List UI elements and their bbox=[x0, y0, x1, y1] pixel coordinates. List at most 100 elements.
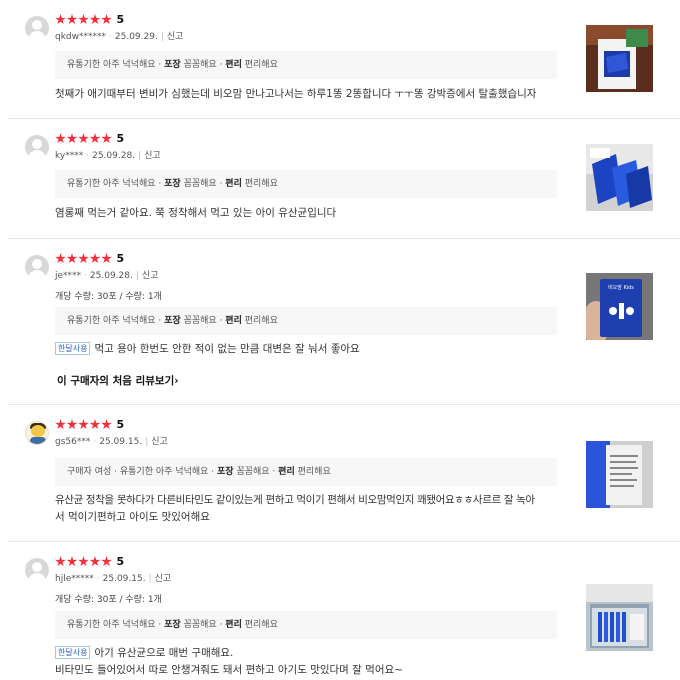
reviewer-id: ky**** bbox=[55, 151, 84, 161]
review-photo-thumbnail[interactable] bbox=[586, 584, 653, 651]
chevron-right-icon: › bbox=[174, 375, 179, 387]
attr-value: 편리해요 bbox=[244, 316, 278, 326]
attr-value: 편리해요 bbox=[244, 179, 278, 189]
review-attributes: 유통기한 아주 넉넉해요 · 포장 꼼꼼해요 · 편리 편리해요 bbox=[55, 51, 557, 79]
review-attributes: 유통기한 아주 넉넉해요 · 포장 꼼꼼해요 · 편리 편리해요 bbox=[55, 611, 557, 639]
review-text-line: 서 먹이기편하고 아이도 맛있어해요 bbox=[55, 511, 210, 523]
star-icon bbox=[55, 14, 66, 25]
reviewer-id: je**** bbox=[55, 271, 82, 281]
star-icon bbox=[89, 253, 101, 264]
attr-name: 편리 bbox=[225, 179, 242, 189]
review-meta: qkdw****** · 25.09.29. | 신고 bbox=[55, 32, 184, 42]
review-text-line: 유산균 정착을 못하다가 다른비타민도 같이있는게 편하고 먹이기 편해서 비오… bbox=[55, 494, 535, 506]
attr-value: 꼼꼼해요 bbox=[183, 620, 217, 630]
review-text: 유산균 정착을 못하다가 다른비타민도 같이있는게 편하고 먹이기 편해서 비오… bbox=[55, 492, 555, 526]
star-icon bbox=[101, 253, 112, 264]
review-photo-thumbnail[interactable] bbox=[586, 144, 653, 211]
review-item: 5 gs56*** · 25.09.15. | 신고 구매자 여성 · 유통기한 아주 … bbox=[8, 405, 680, 542]
star-icon bbox=[89, 133, 101, 144]
star-icon bbox=[101, 556, 112, 567]
star-rating: 5 bbox=[55, 252, 124, 265]
attr-value: 꼼꼼해요 bbox=[183, 179, 217, 189]
report-link[interactable]: 신고 bbox=[167, 32, 184, 42]
star-icon bbox=[55, 133, 66, 144]
reviewer-id: hjle***** bbox=[55, 574, 94, 584]
report-link[interactable]: 신고 bbox=[144, 151, 161, 161]
attr-value: 아주 넉넉해요 bbox=[103, 316, 156, 326]
review-photo-thumbnail[interactable] bbox=[586, 441, 653, 508]
star-icon bbox=[55, 253, 66, 264]
report-link[interactable]: 신고 bbox=[151, 437, 168, 447]
star-icon bbox=[66, 253, 78, 264]
star-icon bbox=[66, 556, 78, 567]
star-icon bbox=[66, 133, 78, 144]
star-icon bbox=[78, 253, 89, 264]
attr-value: 꼼꼼해요 bbox=[183, 316, 217, 326]
review-date: 25.09.28. bbox=[89, 271, 133, 281]
star-icon bbox=[89, 419, 101, 430]
purchase-option: 개당 수량: 30포 / 수량: 1개 bbox=[55, 292, 162, 302]
attr-name: 유통기한 bbox=[67, 620, 101, 630]
attr-value: 편리해요 bbox=[244, 60, 278, 70]
review-attributes: 구매자 여성 · 유통기한 아주 넉넉해요 · 포장 꼼꼼해요 · 편리 편리해… bbox=[55, 458, 557, 486]
review-meta: hjle***** · 25.09.15. | 신고 bbox=[55, 574, 172, 584]
review-date: 25.09.15. bbox=[102, 574, 146, 584]
star-icon bbox=[55, 419, 66, 430]
attr-name: 편리 bbox=[225, 316, 242, 326]
report-link[interactable]: 신고 bbox=[142, 271, 159, 281]
review-text-line: 첫째가 애기때부터 변비가 심했는데 비오맘 만나고나서는 하루1똥 2똥합니다… bbox=[55, 88, 537, 100]
attr-name: 유통기한 bbox=[67, 179, 101, 189]
review-text: 한달사용 아기 유산균으로 매번 구매해요. 비타민도 들어있어서 따로 안챙겨줘도… bbox=[55, 645, 555, 679]
attr-name: 편리 bbox=[225, 620, 242, 630]
star-rating: 5 bbox=[55, 13, 124, 26]
star-icon bbox=[101, 133, 112, 144]
avatar-default-icon bbox=[25, 16, 49, 40]
attr-name: 편리 bbox=[278, 467, 295, 477]
report-link[interactable]: 신고 bbox=[155, 574, 172, 584]
review-item: 5 qkdw****** · 25.09.29. | 신고 유통기한 아주 넉넉해요 ·… bbox=[8, 0, 680, 119]
rating-score: 5 bbox=[116, 555, 125, 568]
star-icon bbox=[55, 556, 66, 567]
review-meta: ky**** · 25.09.28. | 신고 bbox=[55, 151, 161, 161]
attr-value: 꼼꼼해요 bbox=[236, 467, 270, 477]
star-icon bbox=[78, 14, 89, 25]
attr-name: 편리 bbox=[225, 60, 242, 70]
attr-value: 아주 넉넉해요 bbox=[155, 467, 209, 477]
review-photo-thumbnail[interactable] bbox=[586, 25, 653, 92]
attr-name: 구매자 bbox=[67, 467, 92, 477]
star-icon bbox=[78, 556, 89, 567]
attr-value: 아주 넉넉해요 bbox=[103, 179, 156, 189]
attr-value: 아주 넉넉해요 bbox=[103, 620, 156, 630]
attr-value: 여성 bbox=[94, 467, 112, 477]
review-photo-thumbnail[interactable]: 비오맘 Kids bbox=[586, 273, 653, 340]
review-text: 염롱째 먹는거 같아요. 쭉 정착해서 먹고 있는 아이 유산균입니다 bbox=[55, 205, 555, 222]
review-item: 5 je**** · 25.09.28. | 신고 개당 수량: 30포 / 수량: 1… bbox=[8, 239, 680, 405]
star-rating: 5 bbox=[55, 132, 124, 145]
purchase-option: 개당 수량: 30포 / 수량: 1개 bbox=[55, 595, 162, 605]
review-text-line: 아기 유산균으로 매번 구매해요. bbox=[94, 647, 234, 659]
star-icon bbox=[66, 419, 78, 430]
attr-name: 유통기한 bbox=[67, 316, 101, 326]
review-text: 첫째가 애기때부터 변비가 심했는데 비오맘 만나고나서는 하루1똥 2똥합니다… bbox=[55, 86, 555, 103]
rating-score: 5 bbox=[116, 132, 125, 145]
review-text: 한달사용 먹고 용아 한번도 안한 적이 없는 만큼 대변은 잘 눠서 좋아요 bbox=[55, 341, 555, 358]
usage-badge: 한달사용 bbox=[55, 646, 91, 659]
attr-name: 포장 bbox=[164, 179, 181, 189]
star-icon bbox=[89, 14, 101, 25]
star-icon bbox=[101, 14, 112, 25]
svg-text:비오맘 Kids: 비오맘 Kids bbox=[608, 284, 634, 291]
review-text-line: 염롱째 먹는거 같아요. 쭉 정착해서 먹고 있는 아이 유산균입니다 bbox=[55, 207, 337, 219]
avatar-default-icon bbox=[25, 135, 49, 159]
reviewer-id: qkdw****** bbox=[55, 32, 106, 42]
attr-value: 편리해요 bbox=[244, 620, 278, 630]
avatar-default-icon bbox=[25, 558, 49, 582]
review-date: 25.09.28. bbox=[92, 151, 136, 161]
buyer-first-review-link[interactable]: 이 구매자의 처음 리뷰보기› bbox=[57, 373, 179, 388]
review-item: 5 hjle***** · 25.09.15. | 신고 개당 수량: 30포 / 수량… bbox=[8, 542, 680, 680]
attr-name: 포장 bbox=[164, 60, 181, 70]
avatar-default-icon bbox=[25, 255, 49, 279]
attr-name: 유통기한 bbox=[119, 467, 153, 477]
attr-value: 꼼꼼해요 bbox=[183, 60, 217, 70]
attr-name: 유통기한 bbox=[67, 60, 101, 70]
review-text-line: 비타민도 들어있어서 따로 안챙겨줘도 돼서 편하고 아기도 맛있다며 잘 먹어… bbox=[55, 664, 403, 676]
